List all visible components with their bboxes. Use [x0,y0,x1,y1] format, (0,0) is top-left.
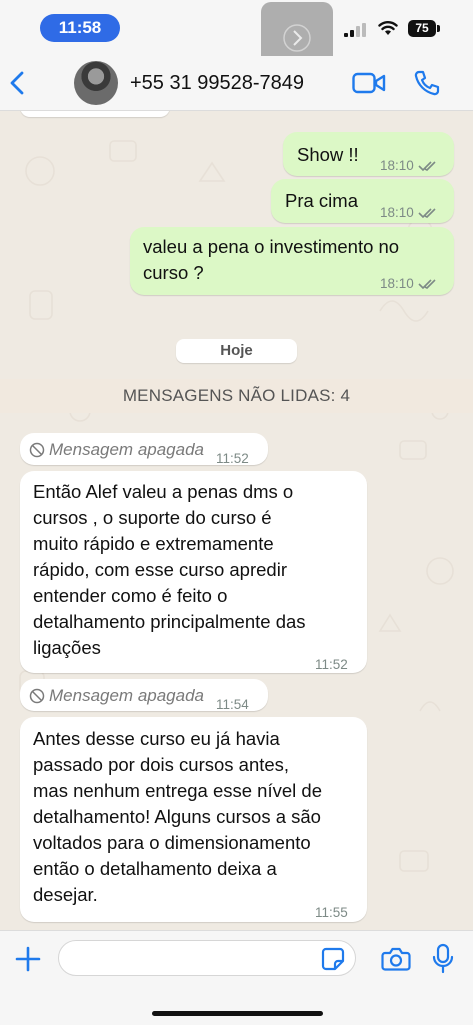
plus-icon[interactable] [14,945,42,973]
message-meta: 18:10 [380,200,438,226]
message-time: 11:52 [315,657,348,672]
outgoing-message[interactable]: valeu a pena o investimento no curso ? 1… [130,227,454,295]
phone-call-icon[interactable] [413,69,441,97]
message-text: Mensagem apagada [49,686,205,705]
message-input[interactable] [58,940,356,976]
read-ticks-icon [418,279,436,290]
message-time: 18:10 [380,158,414,173]
status-bar: 11:58 75 [0,0,473,56]
message-time: 11:52 [216,451,249,466]
read-ticks-icon [418,208,436,219]
message-meta: 18:10 [380,271,438,297]
chevron-right-icon [283,24,311,52]
message-time: 18:10 [380,205,414,220]
deleted-message-icon [29,442,45,458]
message-time: 11:54 [216,697,249,712]
microphone-icon[interactable] [432,943,454,975]
message-text: Show !! [297,144,359,165]
message-composer [0,930,473,1025]
outgoing-message[interactable]: Show !! 18:10 [283,132,454,176]
message-text: Antes desse curso eu já havia passado po… [33,728,322,905]
battery-indicator: 75 [408,20,436,37]
battery-tip [437,25,440,32]
cellular-signal-icon [344,23,366,37]
deleted-message[interactable]: Mensagem apagada 11:52 [20,433,268,466]
message-meta: 18:10 [380,153,438,179]
message-time: 18:10 [380,276,414,291]
message-text: Mensagem apagada [49,440,205,459]
previous-message-bubble [20,111,170,117]
camera-icon[interactable] [381,946,411,972]
status-time[interactable]: 11:58 [40,14,120,42]
home-indicator[interactable] [152,1011,323,1016]
message-text: Pra cima [285,190,358,211]
incoming-message[interactable]: Antes desse curso eu já havia passado po… [20,717,367,922]
outgoing-message[interactable]: Pra cima 18:10 [271,179,454,223]
message-text: valeu a pena o investimento no curso ? [143,236,400,283]
unread-messages-banner: MENSAGENS NÃO LIDAS: 4 [0,379,473,413]
video-call-icon[interactable] [352,71,386,95]
contact-avatar[interactable] [74,61,118,105]
deleted-message-content: Mensagem apagada [29,683,204,708]
back-icon[interactable] [8,70,28,96]
message-time: 11:55 [315,905,348,920]
contact-name[interactable]: +55 31 99528-7849 [130,72,304,95]
deleted-message[interactable]: Mensagem apagada 11:54 [20,679,268,712]
message-text: Então Alef valeu a penas dms o cursos , … [33,481,306,658]
sticker-icon[interactable] [321,947,345,971]
chat-header: +55 31 99528-7849 [0,56,473,111]
read-ticks-icon [418,161,436,172]
chat-area[interactable]: Show !! 18:10 Pra cima 18:10 valeu a pen… [0,111,473,930]
deleted-message-content: Mensagem apagada [29,437,204,462]
date-separator: Hoje [176,339,297,363]
incoming-message[interactable]: Então Alef valeu a penas dms o cursos , … [20,471,367,673]
wifi-icon [378,21,398,35]
deleted-message-icon [29,688,45,704]
